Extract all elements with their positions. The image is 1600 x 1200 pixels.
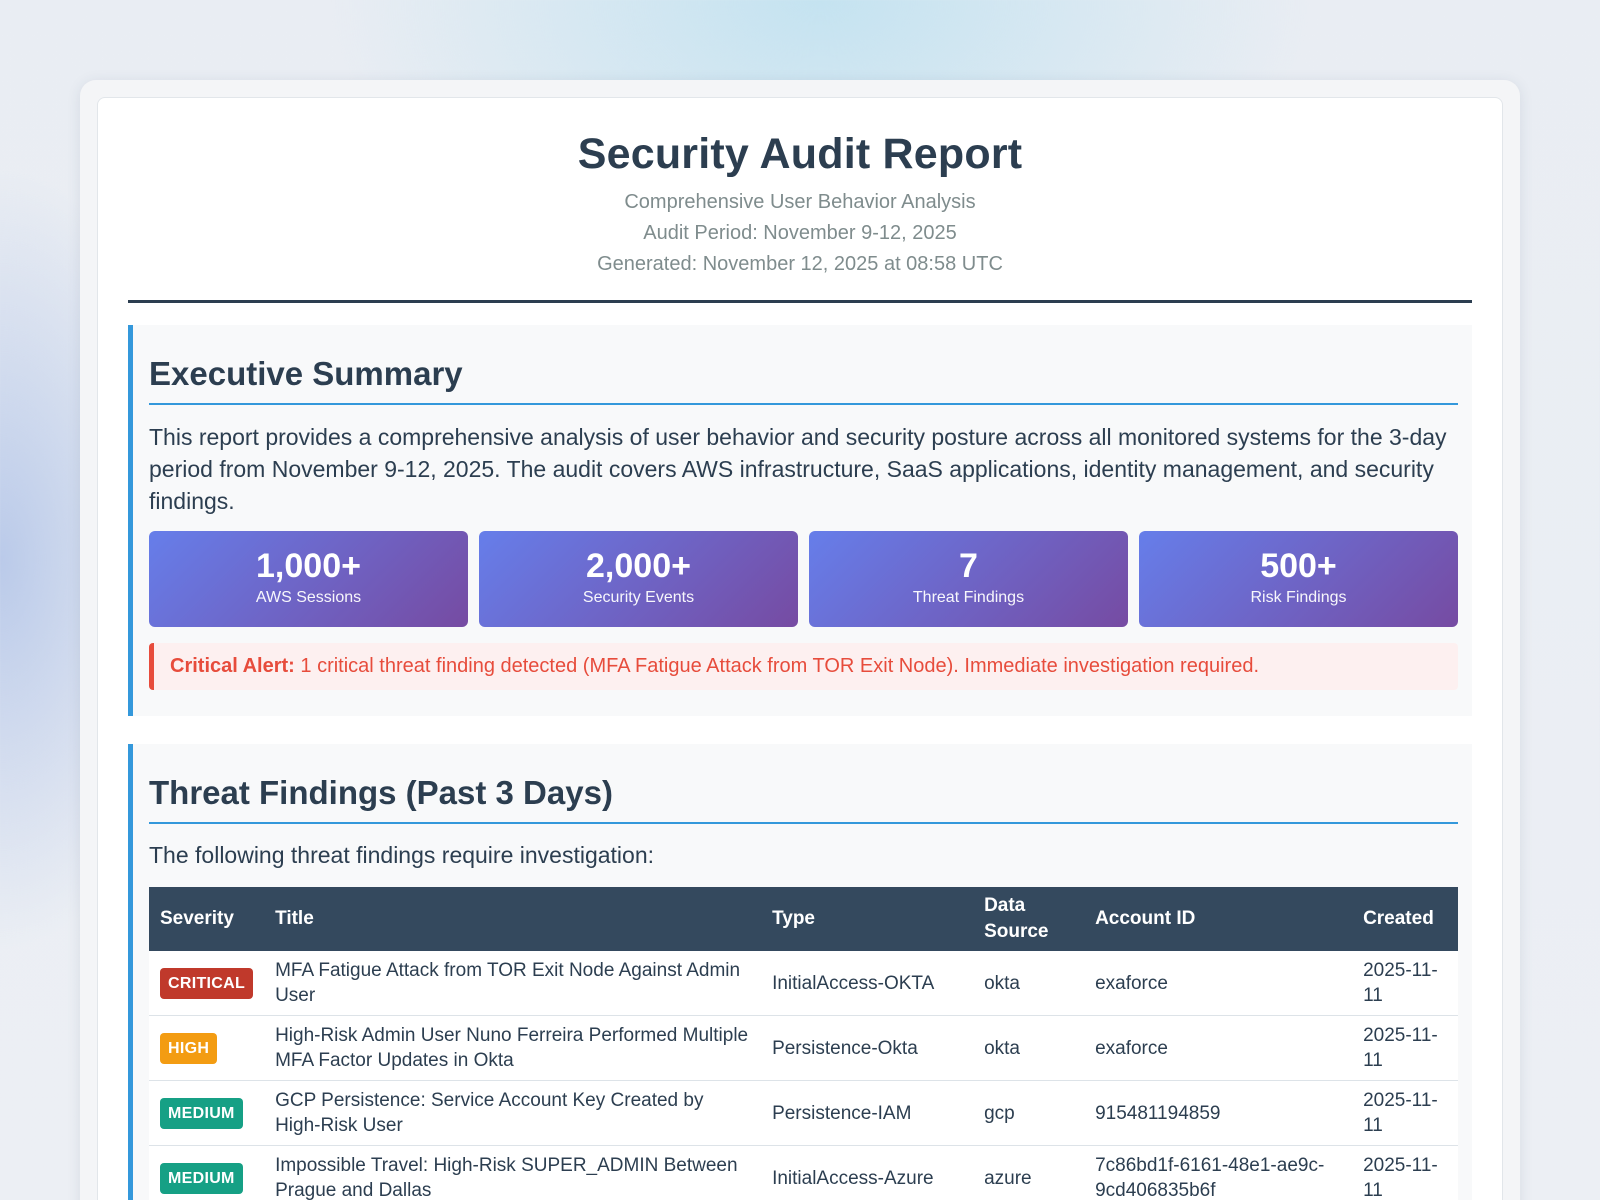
type-cell: Persistence-IAM <box>761 1080 974 1146</box>
table-row: MEDIUM GCP Persistence: Service Account … <box>149 1080 1458 1146</box>
column-header-created: Created <box>1352 887 1458 951</box>
alert-label: Critical Alert: <box>170 655 295 677</box>
stat-label: Threat Findings <box>912 589 1025 606</box>
header-divider <box>128 300 1472 303</box>
stat-card-security-events: 2,000+ Security Events <box>479 531 798 627</box>
created-cell: 2025-11-11 <box>1352 1015 1458 1081</box>
severity-cell: CRITICAL <box>149 951 265 1016</box>
stat-value: 500+ <box>1260 547 1337 585</box>
section-heading: Executive Summary <box>149 355 1458 405</box>
account-id-cell: 7c86bd1f-6161-48e1-ae9c-9cd406835b6f <box>1084 1145 1353 1200</box>
severity-cell: MEDIUM <box>149 1145 265 1200</box>
type-cell: Persistence-Okta <box>761 1015 974 1081</box>
table-row: HIGH High-Risk Admin User Nuno Ferreira … <box>149 1015 1458 1081</box>
stat-card-threat-findings: 7 Threat Findings <box>809 531 1128 627</box>
table-row: MEDIUM Impossible Travel: High-Risk SUPE… <box>149 1145 1458 1200</box>
data-source-cell: okta <box>973 1015 1085 1081</box>
created-cell: 2025-11-11 <box>1352 1080 1458 1146</box>
title-cell: MFA Fatigue Attack from TOR Exit Node Ag… <box>264 951 762 1016</box>
report-page: Security Audit Report Comprehensive User… <box>97 97 1503 1200</box>
type-cell: InitialAccess-Azure <box>761 1145 974 1200</box>
stat-value: 2,000+ <box>586 547 691 585</box>
created-cell: 2025-11-11 <box>1352 1145 1458 1200</box>
data-source-cell: azure <box>973 1145 1085 1200</box>
findings-intro: The following threat findings require in… <box>149 842 655 868</box>
table-header-row: Severity Title Type Data Source Account … <box>149 887 1458 951</box>
severity-cell: MEDIUM <box>149 1080 265 1146</box>
account-id-cell: exaforce <box>1084 951 1353 1016</box>
table-row: CRITICAL MFA Fatigue Attack from TOR Exi… <box>149 951 1458 1016</box>
data-source-cell: okta <box>973 951 1085 1016</box>
report-subtitle: Comprehensive User Behavior Analysis <box>624 191 976 213</box>
stats-row: 1,000+ AWS Sessions 2,000+ Security Even… <box>149 531 1458 627</box>
column-header-type: Type <box>761 887 974 951</box>
stat-value: 7 <box>959 547 978 585</box>
severity-badge-medium: MEDIUM <box>160 1097 243 1129</box>
data-source-cell: gcp <box>973 1080 1085 1146</box>
column-header-title: Title <box>264 887 762 951</box>
stat-card-risk-findings: 500+ Risk Findings <box>1139 531 1458 627</box>
threat-findings-table: Severity Title Type Data Source Account … <box>149 887 1458 1200</box>
type-cell: InitialAccess-OKTA <box>761 951 974 1016</box>
audit-period: Audit Period: November 9-12, 2025 <box>643 222 957 244</box>
summary-text: This report provides a comprehensive ana… <box>149 424 1447 514</box>
account-id-cell: 915481194859 <box>1084 1080 1353 1146</box>
alert-text: 1 critical threat finding detected (MFA … <box>294 655 1259 677</box>
column-header-severity: Severity <box>149 887 265 951</box>
threat-findings-section: Threat Findings (Past 3 Days) The follow… <box>128 744 1472 1200</box>
title-cell: Impossible Travel: High-Risk SUPER_ADMIN… <box>264 1145 762 1200</box>
title-cell: GCP Persistence: Service Account Key Cre… <box>264 1080 762 1146</box>
severity-cell: HIGH <box>149 1015 265 1081</box>
generated-timestamp: Generated: November 12, 2025 at 08:58 UT… <box>597 253 1003 275</box>
report-title: Security Audit Report <box>577 130 1023 178</box>
severity-badge-medium: MEDIUM <box>160 1162 243 1194</box>
stat-label: Risk Findings <box>1250 589 1347 606</box>
severity-badge-critical: CRITICAL <box>160 967 254 999</box>
section-heading: Threat Findings (Past 3 Days) <box>149 774 1458 824</box>
critical-alert: Critical Alert: 1 critical threat findin… <box>149 643 1458 690</box>
column-header-data-source: Data Source <box>973 887 1085 951</box>
column-header-account-id: Account ID <box>1084 887 1353 951</box>
stat-card-aws-sessions: 1,000+ AWS Sessions <box>149 531 468 627</box>
executive-summary-section: Executive Summary This report provides a… <box>128 325 1472 716</box>
stat-value: 1,000+ <box>256 547 361 585</box>
severity-badge-high: HIGH <box>160 1032 218 1064</box>
stat-label: Security Events <box>582 589 695 606</box>
title-cell: High-Risk Admin User Nuno Ferreira Perfo… <box>264 1015 762 1081</box>
created-cell: 2025-11-11 <box>1352 951 1458 1016</box>
report-header: Security Audit Report Comprehensive User… <box>98 98 1502 280</box>
stat-label: AWS Sessions <box>255 589 362 606</box>
account-id-cell: exaforce <box>1084 1015 1353 1081</box>
